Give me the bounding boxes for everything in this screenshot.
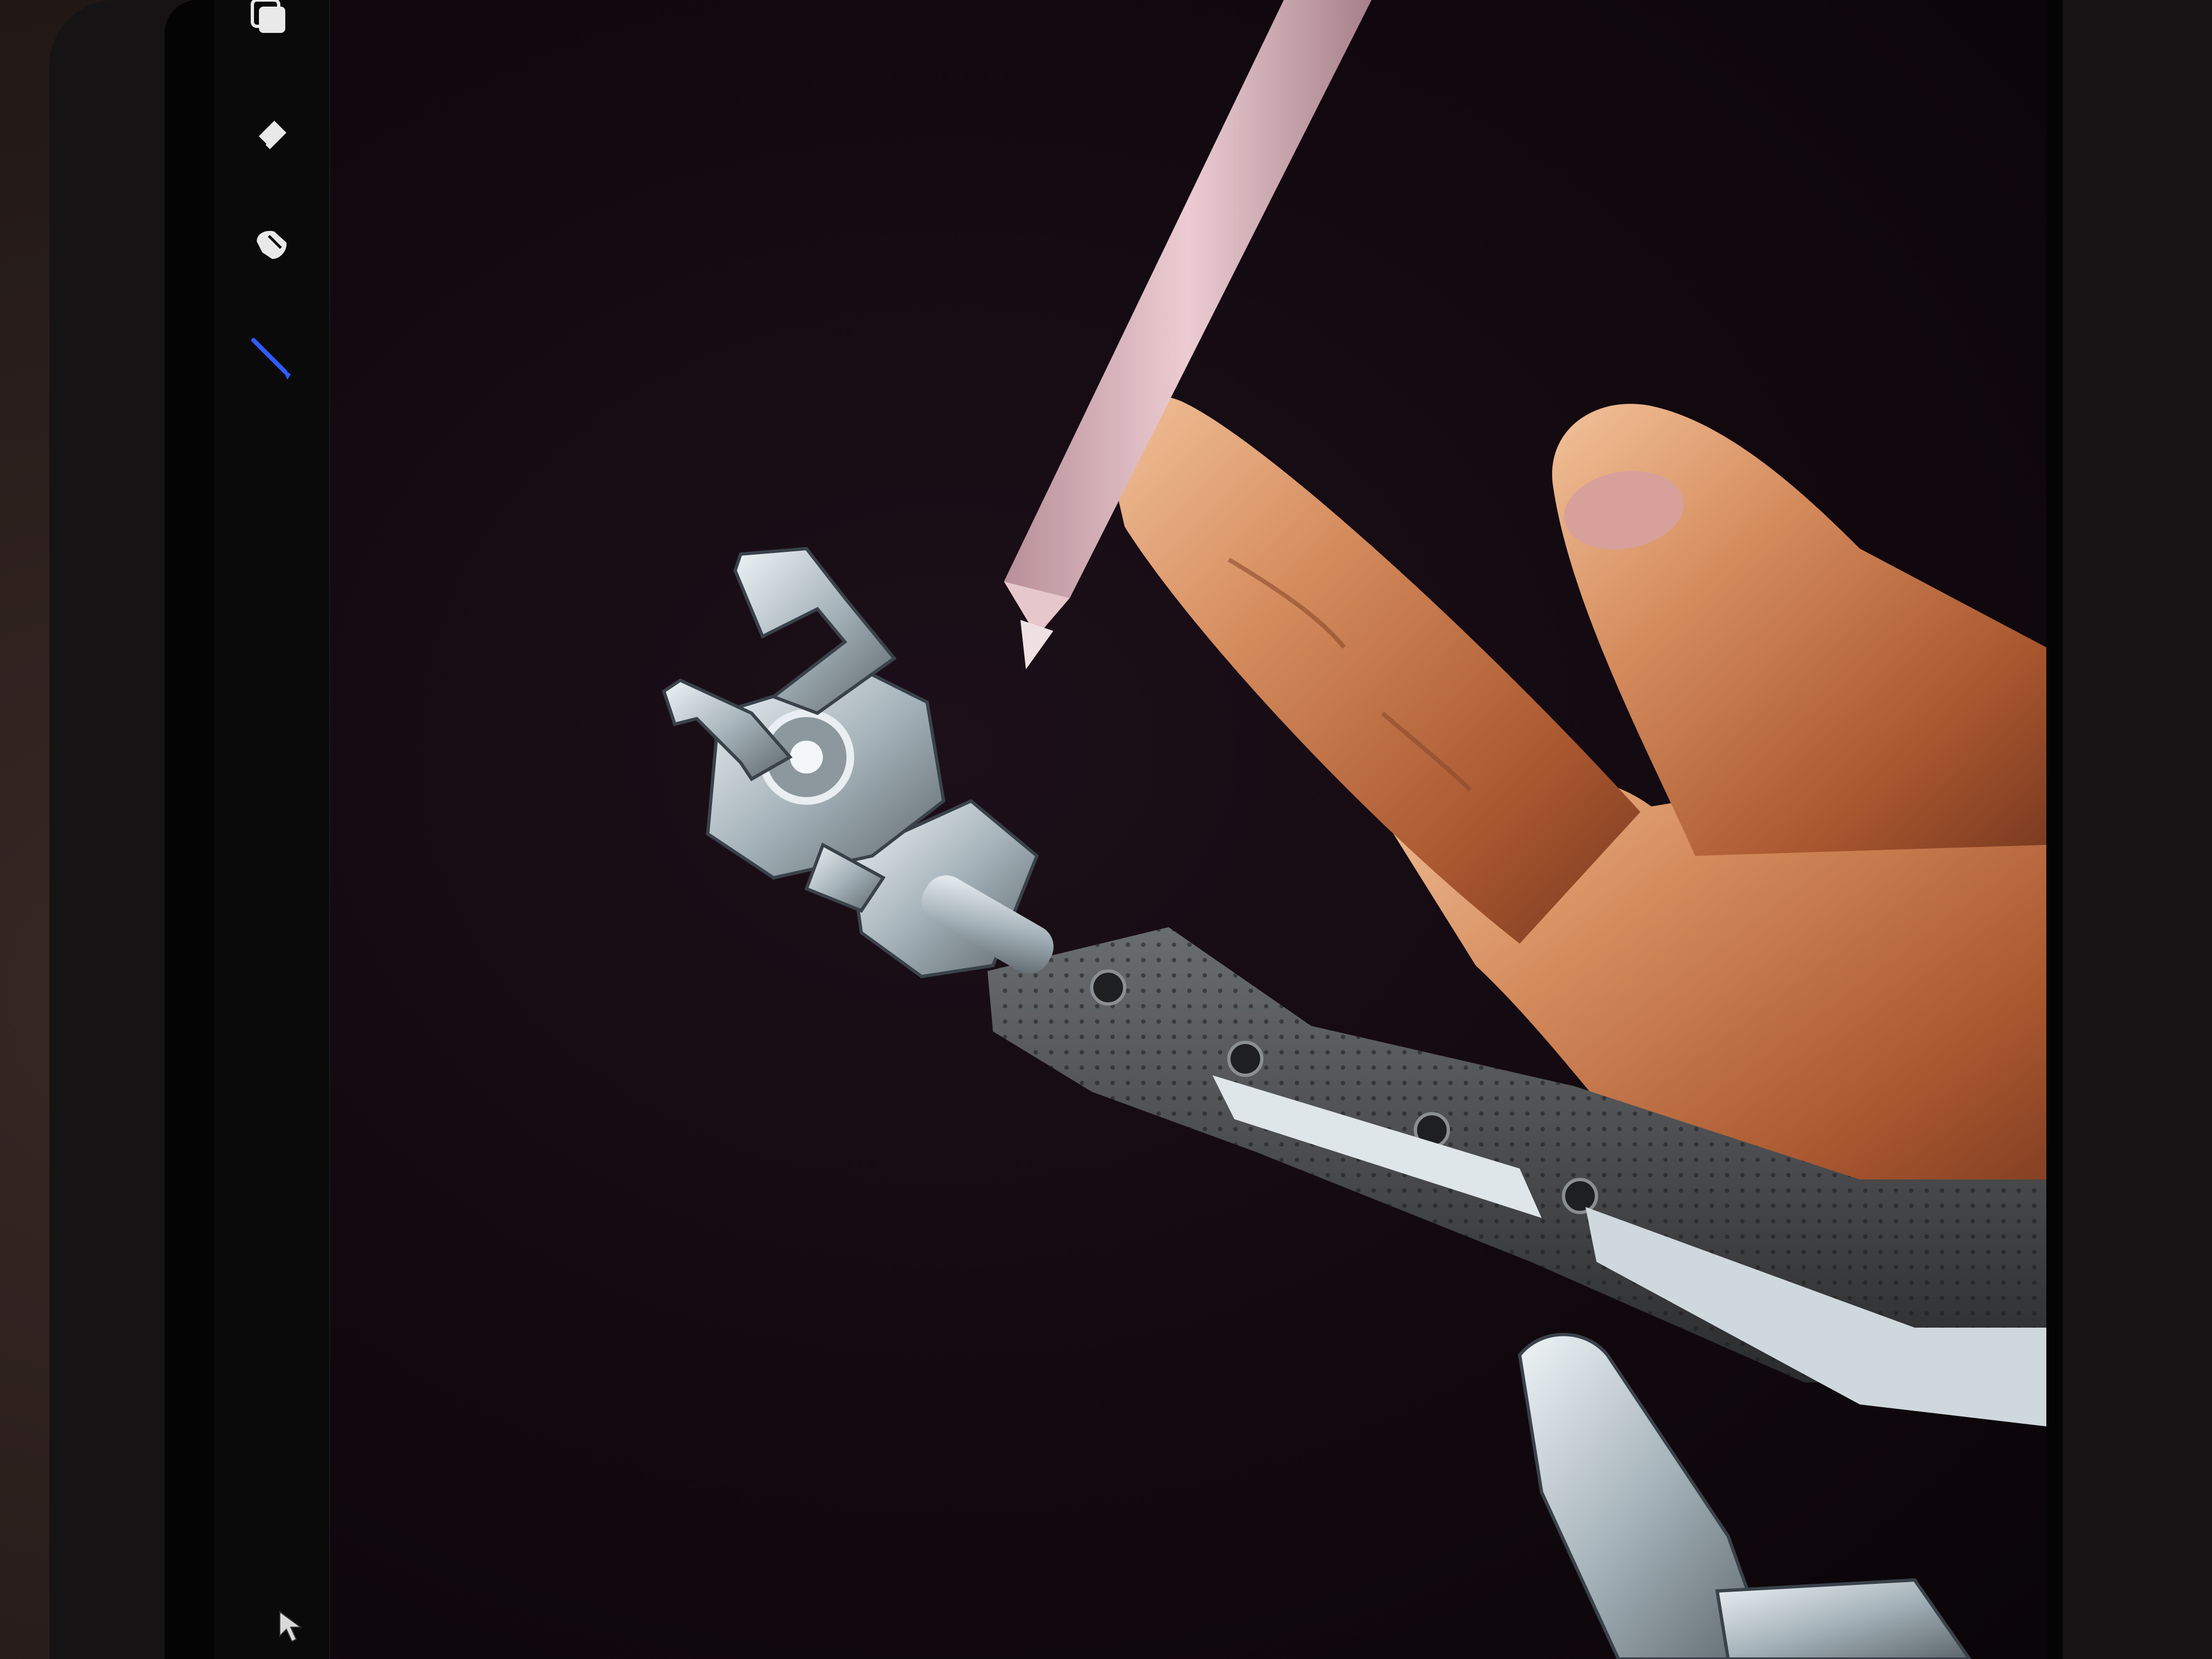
drawing-canvas[interactable] bbox=[214, 0, 2046, 1659]
layers-icon bbox=[251, 0, 285, 33]
eraser-button[interactable] bbox=[247, 110, 296, 159]
brush-button[interactable] bbox=[247, 335, 296, 384]
smudge-button[interactable] bbox=[247, 219, 296, 269]
layers-button[interactable] bbox=[247, 0, 296, 44]
tool-sidebar bbox=[214, 0, 330, 1659]
drawing-app-screen bbox=[214, 0, 2046, 1659]
brush-icon bbox=[251, 338, 291, 380]
eraser-icon bbox=[257, 121, 286, 149]
smudge-icon bbox=[257, 230, 287, 259]
arrow-cursor-icon bbox=[279, 1611, 303, 1643]
